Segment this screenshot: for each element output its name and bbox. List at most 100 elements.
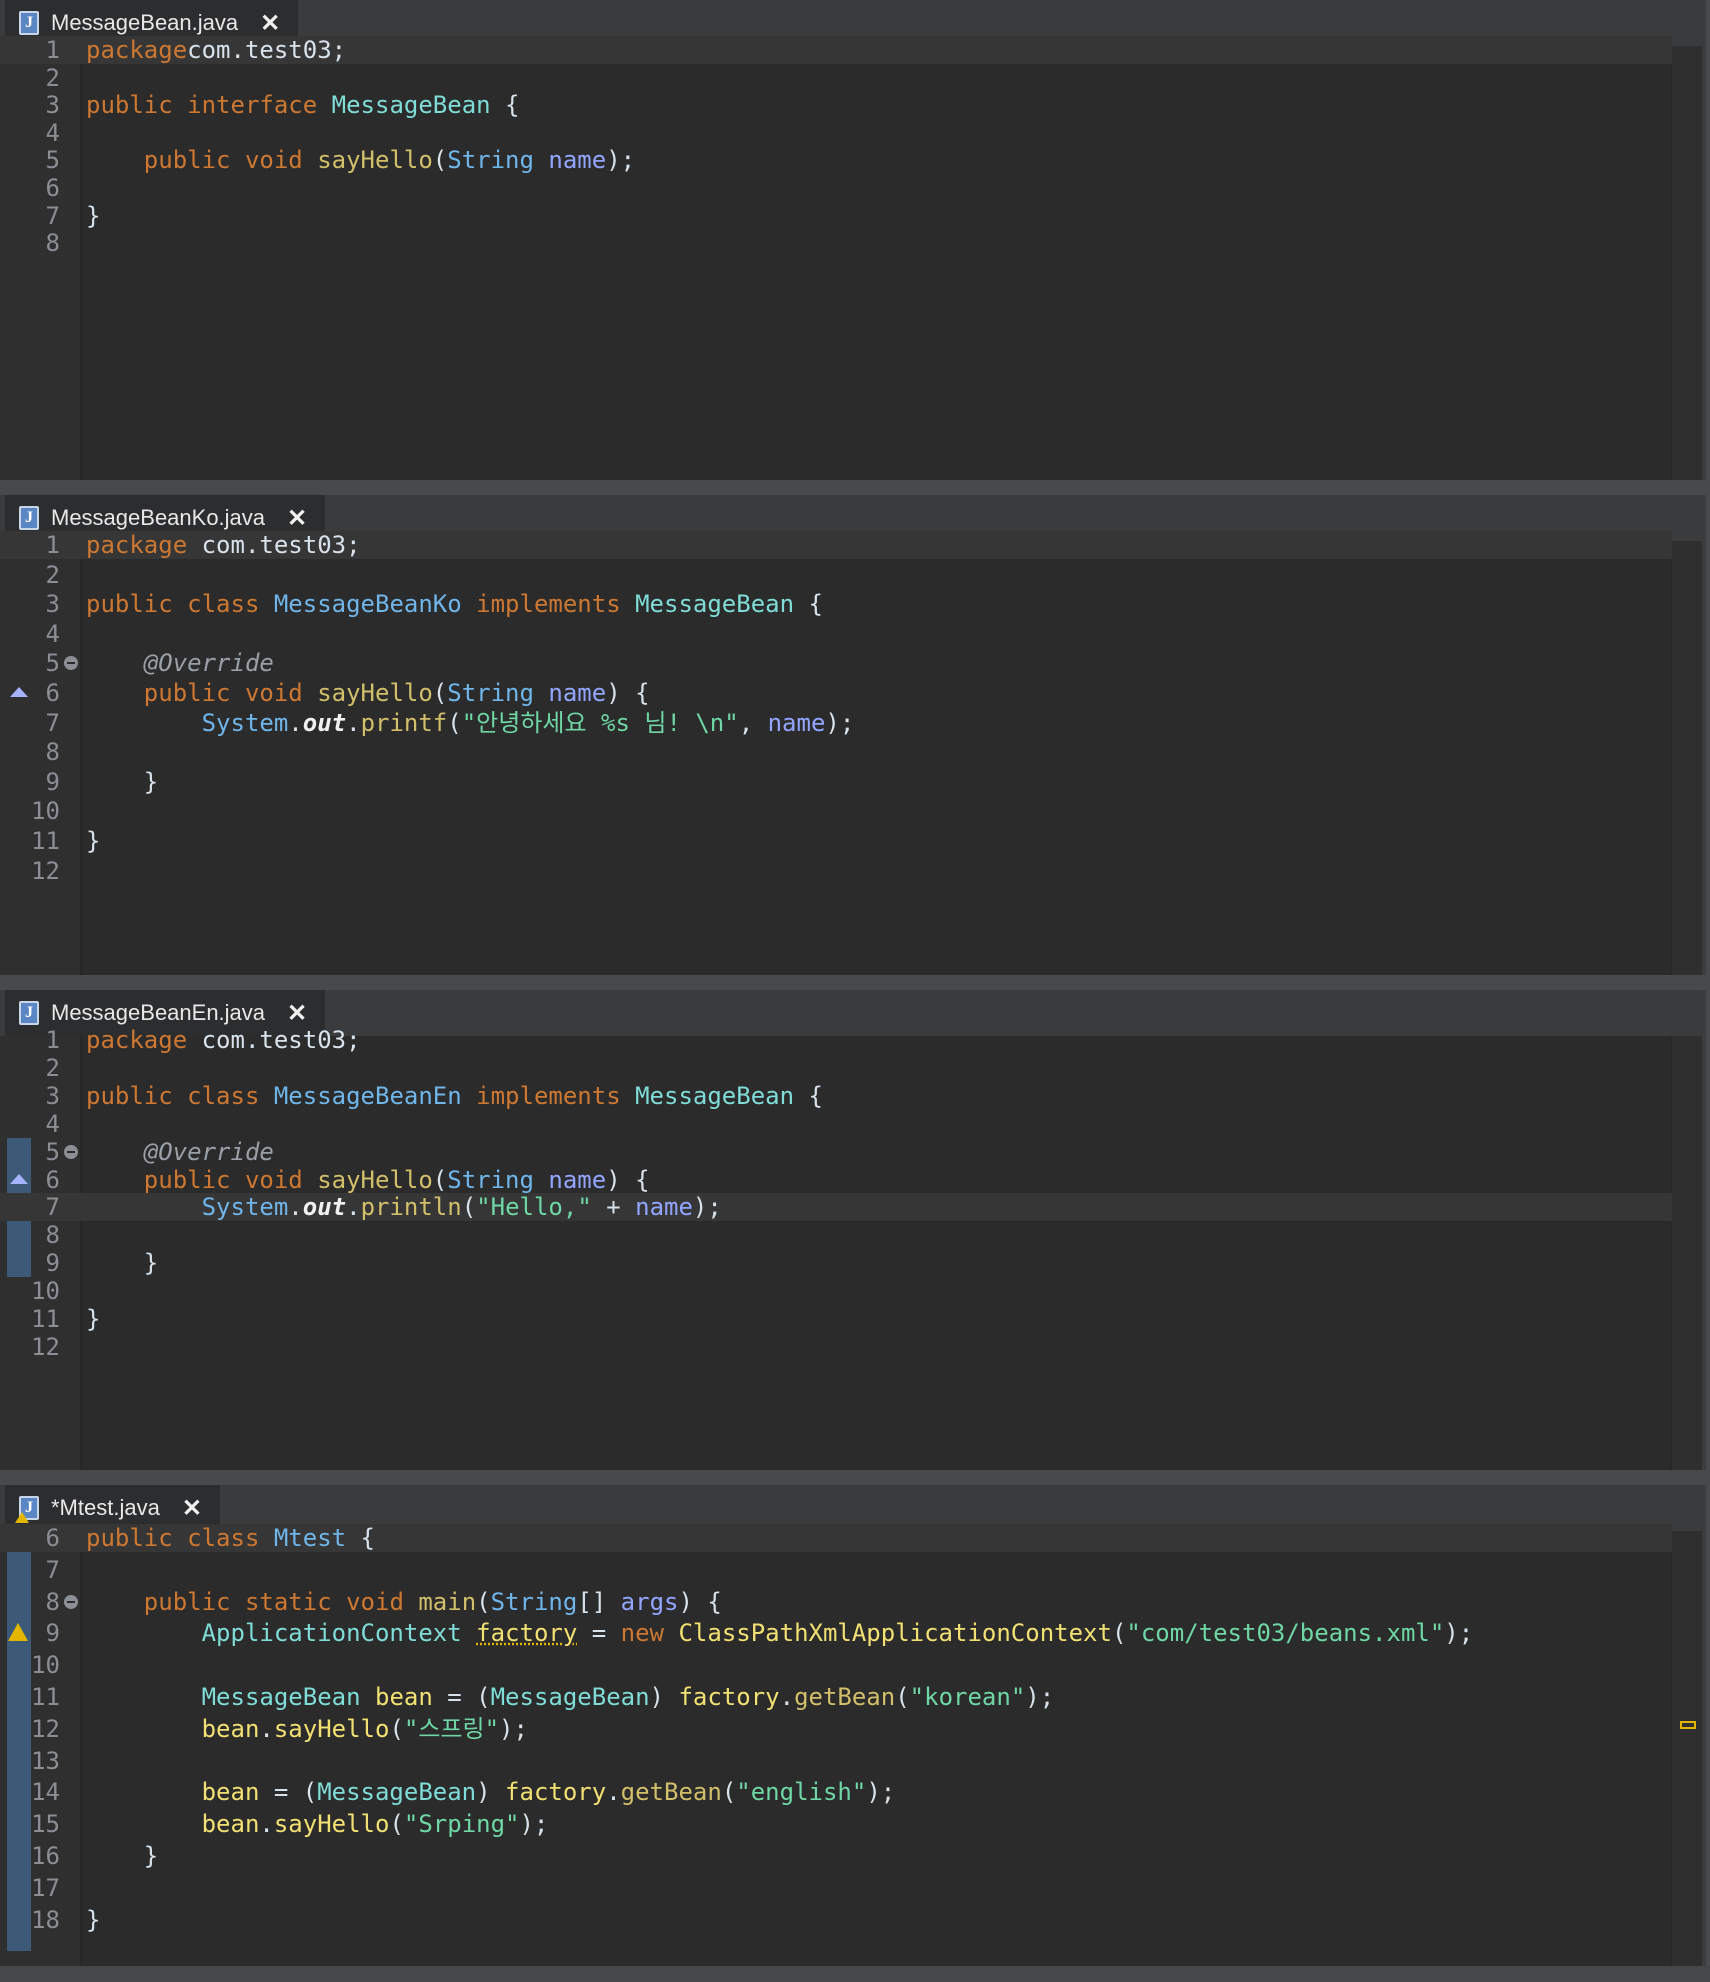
code-line[interactable]: 8 (0, 738, 1672, 766)
close-tab-icon[interactable]: ✕ (287, 504, 307, 533)
line-number: 8 (45, 229, 60, 258)
warning-icon[interactable] (8, 1623, 28, 1642)
fold-toggle-icon[interactable] (64, 656, 78, 671)
code-token: sayHello (273, 1810, 390, 1839)
code-editor[interactable]: 1 packagecom.test03; 2 3 public interface Me… (0, 36, 1702, 480)
code-token: getBean (620, 1778, 722, 1807)
overview-ruler[interactable] (1671, 541, 1702, 975)
code-line[interactable]: 9 } (0, 1249, 1672, 1277)
code-line[interactable]: 8 (0, 1221, 1672, 1249)
code-line[interactable]: 8 public static void main(String[] args)… (0, 1588, 1672, 1616)
code-line[interactable]: 2 (0, 561, 1672, 589)
code-line[interactable]: 1 package com.test03; (0, 531, 1672, 559)
code-line[interactable]: 10 (0, 1277, 1672, 1305)
code-line[interactable]: 11 MessageBean bean = (MessageBean) fact… (0, 1683, 1672, 1711)
code-line[interactable]: 4 (0, 1110, 1672, 1138)
code-line[interactable]: 6 public class Mtest { (0, 1524, 1672, 1552)
code-line[interactable]: 7 System.out.printf("안녕하세요 %s 님! \n", na… (0, 709, 1672, 737)
code-line[interactable]: 12 (0, 857, 1672, 885)
line-number: 5 (45, 649, 60, 678)
code-text: ApplicationContext factory = new ClassPa… (86, 1619, 1474, 1648)
overview-ruler[interactable] (1671, 1531, 1702, 1966)
close-tab-icon[interactable]: ✕ (182, 1494, 202, 1523)
code-editor[interactable]: 6 public class Mtest { 7 8 public static vo… (0, 1524, 1702, 1966)
code-line[interactable]: 7} (0, 202, 1672, 230)
code-token: } (86, 1842, 159, 1870)
code-line[interactable]: 5 @Override (0, 1138, 1672, 1166)
code-line[interactable]: 3 public class MessageBeanEn implements M… (0, 1082, 1672, 1110)
code-line[interactable]: 6 public void sayHello(String name) { (0, 679, 1672, 707)
code-line[interactable]: 13 (0, 1747, 1672, 1775)
code-editor[interactable]: 1 package com.test03; 2 3 public class Messa… (0, 531, 1702, 975)
code-token: ); (499, 1714, 528, 1743)
code-line[interactable]: 14 bean = (MessageBean) factory.getBean(… (0, 1778, 1672, 1806)
code-token: "korean" (909, 1683, 1026, 1711)
code-token: String (447, 679, 534, 707)
line-number: 9 (45, 767, 60, 796)
warning-overview-marker[interactable] (1680, 1721, 1696, 1729)
line-number: 11 (31, 1683, 60, 1711)
code-token: main (418, 1587, 477, 1616)
line-number: 8 (45, 738, 60, 767)
code-line[interactable]: 9 ApplicationContext factory = new Class… (0, 1619, 1672, 1647)
code-token: ( (432, 1165, 448, 1194)
code-line[interactable]: 5 @Override (0, 649, 1672, 677)
code-token: "english" (736, 1778, 867, 1807)
code-line[interactable]: 7 System.out.println("Hello," + name); (0, 1193, 1672, 1222)
code-line[interactable]: 16 } (0, 1842, 1672, 1870)
code-line[interactable]: 8 (0, 229, 1672, 257)
code-line[interactable]: 10 (0, 1651, 1672, 1679)
code-line[interactable]: 1 packagecom.test03; (0, 36, 1672, 64)
code-line[interactable]: 18} (0, 1906, 1672, 1934)
code-token: factory (678, 1683, 780, 1711)
fold-toggle-icon[interactable] (64, 1144, 78, 1159)
line-number: 12 (31, 1714, 60, 1743)
code-line[interactable]: 2 (0, 64, 1672, 92)
code-token: package (86, 531, 188, 559)
code-line[interactable]: 1 package com.test03; (0, 1026, 1672, 1054)
editor-tab-label: *Mtest.java (51, 1495, 160, 1520)
code-line[interactable]: 17 (0, 1874, 1672, 1902)
code-line[interactable]: 10 (0, 797, 1672, 825)
close-tab-icon[interactable]: ✕ (260, 9, 280, 38)
java-file-icon: J (19, 11, 39, 35)
close-tab-icon[interactable]: ✕ (287, 999, 307, 1028)
code-editor[interactable]: 1 package com.test03; 2 3 public class Messa… (0, 1026, 1702, 1470)
code-line[interactable]: 11} (0, 1305, 1672, 1333)
code-token: ( (1111, 1619, 1127, 1648)
code-line[interactable]: 7 (0, 1556, 1672, 1584)
code-line[interactable]: 6 (0, 174, 1672, 202)
code-text: bean.sayHello("스프링"); (86, 1715, 528, 1743)
code-line[interactable]: 5 public void sayHello(String name); (0, 146, 1672, 174)
code-line[interactable]: 3 public class MessageBeanKo implements M… (0, 590, 1672, 618)
code-line[interactable]: 11} (0, 827, 1672, 855)
overview-ruler[interactable] (1671, 46, 1702, 480)
code-token: args (620, 1587, 679, 1616)
code-line[interactable]: 6 public void sayHello(String name) { (0, 1166, 1672, 1194)
fold-toggle-icon[interactable] (64, 1594, 78, 1609)
code-line[interactable]: 4 (0, 119, 1672, 147)
code-token: sayHello (317, 146, 433, 175)
code-token: factory (505, 1778, 607, 1807)
code-token: "스프링" (403, 1714, 500, 1743)
code-line[interactable]: 12 (0, 1333, 1672, 1361)
code-text: packagecom.test03; (86, 36, 346, 64)
code-token: com.test03; (187, 36, 347, 64)
code-line[interactable]: 12 bean.sayHello("스프링"); (0, 1715, 1672, 1743)
line-number: 1 (45, 531, 60, 559)
line-number: 1 (45, 36, 60, 64)
code-line[interactable]: 15 bean.sayHello("Srping"); (0, 1810, 1672, 1838)
overview-ruler[interactable] (1671, 1036, 1702, 1470)
code-token: } (86, 1249, 159, 1278)
code-token: interface (187, 91, 318, 120)
code-line[interactable]: 9 } (0, 768, 1672, 796)
code-line[interactable]: 4 (0, 620, 1672, 648)
code-line[interactable]: 3 public interface MessageBean { (0, 91, 1672, 119)
code-line[interactable]: 2 (0, 1054, 1672, 1082)
